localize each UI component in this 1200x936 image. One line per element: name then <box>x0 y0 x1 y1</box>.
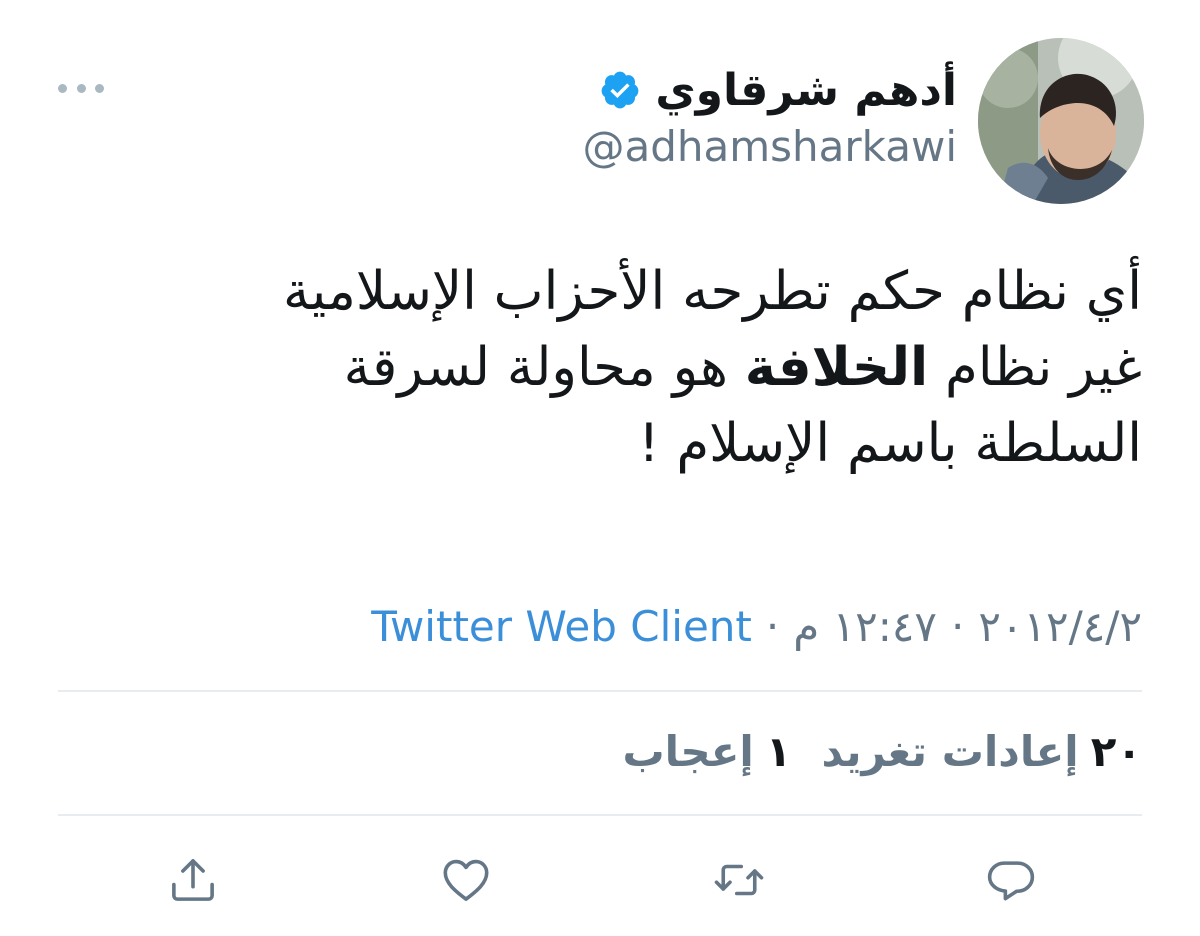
tweet-text-segment: هو محاولة لسرقة <box>343 337 745 398</box>
author-display-name: أدهم شرقاوي <box>655 64 957 116</box>
meta-separator: · <box>950 601 965 651</box>
avatar[interactable] <box>978 38 1144 204</box>
tweet-meta: ٢٠١٢/٤/٢ · ١٢:٤٧ م · Twitter Web Client <box>371 594 1142 658</box>
reply-button[interactable] <box>981 850 1041 910</box>
retweets-count: ٢٠ <box>1090 726 1142 776</box>
tweet-date[interactable]: ٢٠١٢/٤/٢ <box>978 602 1142 651</box>
verified-badge-icon <box>601 71 639 109</box>
share-button[interactable] <box>163 850 223 910</box>
tweet-text-bold: الخلافة <box>744 337 929 398</box>
tweet-time[interactable]: ١٢:٤٧ م <box>793 602 937 651</box>
tweet-text-line: السلطة باسم الإسلام ! <box>638 413 1142 474</box>
tweet-source-link[interactable]: Twitter Web Client <box>371 602 752 651</box>
avatar-photo <box>978 38 1144 204</box>
retweet-icon <box>714 864 764 896</box>
author-handle[interactable]: @adhamsharkawi <box>582 122 957 171</box>
retweets-label: إعادات تغريد <box>821 726 1079 776</box>
divider <box>58 814 1142 816</box>
retweet-button[interactable] <box>709 850 769 910</box>
more-options-icon[interactable] <box>58 78 104 98</box>
like-button[interactable] <box>436 850 496 910</box>
tweet-text: أي نظام حكم تطرحه الأحزاب الإسلامية غير … <box>52 254 1142 482</box>
meta-separator: · <box>765 601 780 651</box>
reply-icon <box>987 861 1035 901</box>
tweet-text-segment: غير نظام <box>928 337 1142 398</box>
likes-label: إعجاب <box>622 726 754 776</box>
author-name-row[interactable]: أدهم شرقاوي <box>599 58 957 122</box>
retweets-stat[interactable]: ٢٠ إعادات تغريد <box>821 727 1142 776</box>
likes-count: ١ <box>765 726 792 776</box>
tweet-text-line: أي نظام حكم تطرحه الأحزاب الإسلامية <box>283 261 1142 322</box>
divider <box>58 690 1142 692</box>
tweet-text-line: غير نظام الخلافة هو محاولة لسرقة <box>52 330 1142 406</box>
share-icon <box>172 859 214 901</box>
likes-stat[interactable]: ١ إعجاب <box>622 727 791 776</box>
tweet-stats: ٢٠ إعادات تغريد ١ إعجاب <box>592 716 1142 786</box>
heart-icon <box>443 859 489 901</box>
